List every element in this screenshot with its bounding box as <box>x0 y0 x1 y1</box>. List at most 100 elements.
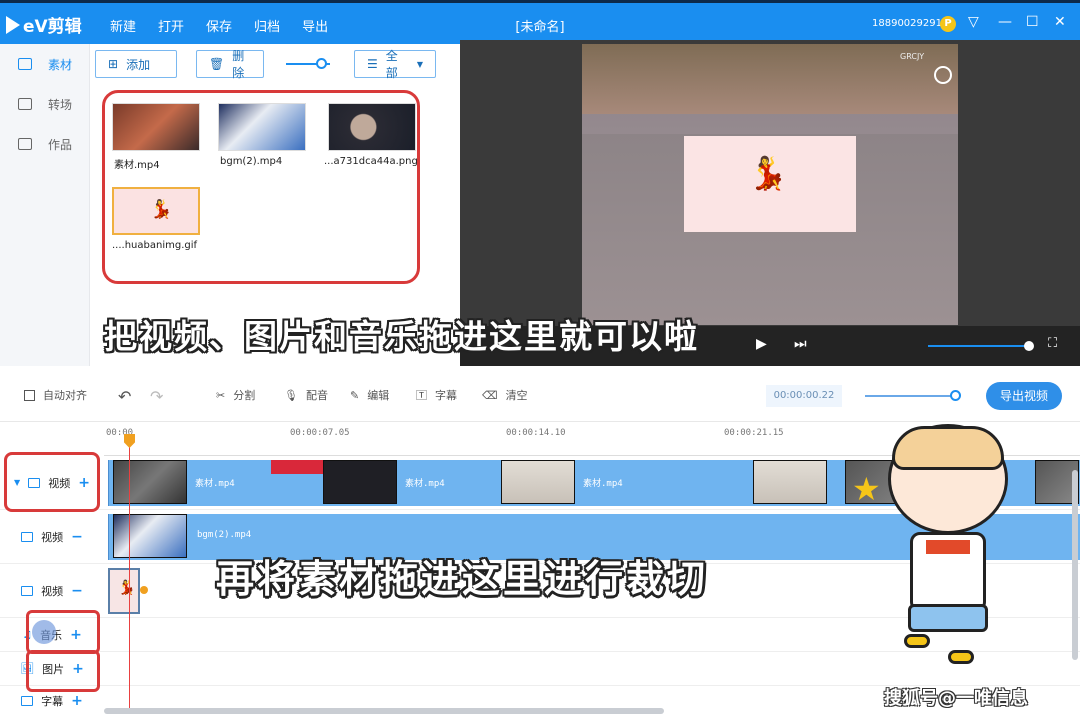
sticker-skirt <box>908 604 988 632</box>
play-icon[interactable]: ▶ <box>756 336 767 352</box>
dancer-sticker-icon: 💃 <box>748 154 788 192</box>
next-frame-icon[interactable]: ⏭ <box>794 336 807 352</box>
title-bar: eV剪辑 新建 打开 保存 归档 导出 [未命名] 18890029291 P … <box>0 0 1080 44</box>
play-logo-icon <box>6 15 20 34</box>
source-watermark: 搜狐号@一唯信息 <box>884 688 1028 709</box>
clear-label: 清空 <box>505 389 528 402</box>
transition-icon <box>18 98 32 110</box>
volume-slider[interactable] <box>928 341 1034 351</box>
subtitle-track-icon <box>21 696 34 706</box>
menu-open[interactable]: 打开 <box>158 16 184 35</box>
preview-video: GRCJY 💃 <box>582 44 958 325</box>
clear-button[interactable]: ⌫ 清空 <box>482 387 528 403</box>
remove-track-icon[interactable]: − <box>71 583 83 599</box>
sidebar-item-works[interactable]: 作品 <box>0 124 89 164</box>
eraser-icon: ⌫ <box>482 388 498 402</box>
maximize-icon[interactable]: ☐ <box>1026 14 1039 30</box>
volume-knob[interactable] <box>1024 341 1034 351</box>
clip-frame <box>113 514 187 558</box>
menu-archive[interactable]: 归档 <box>254 16 280 35</box>
annotation-box-video-track <box>4 452 100 512</box>
undo-icon[interactable]: ↶ <box>118 387 131 406</box>
split-label: 分割 <box>233 389 256 402</box>
auto-align-checkbox[interactable]: 自动对齐 <box>24 387 87 403</box>
dub-button[interactable]: 🎙 配音 <box>284 387 328 403</box>
clip-label: 素材.mp4 <box>583 479 623 489</box>
picture-in-picture-overlay[interactable]: 💃 <box>684 136 856 232</box>
track-label: 视频 <box>41 530 64 544</box>
ruler-tick: 00:00:07.05 <box>290 428 350 438</box>
edit-toolbar: 自动对齐 ↶ ↷ ✂ 分割 🎙 配音 ✎ 编辑 🅃 字幕 ⌫ 清空 00:00:00.22… <box>0 366 1080 422</box>
star-wand-icon: ★ <box>852 470 881 508</box>
gif-clip[interactable]: 💃 <box>108 568 140 614</box>
annotation-box-image-track <box>26 650 100 692</box>
app-logo: eV剪辑 <box>6 12 82 37</box>
caption-top: 把视频、图片和音乐拖进这里就可以啦 <box>104 317 699 356</box>
sidebar-item-transitions[interactable]: 转场 <box>0 84 89 124</box>
app-name: eV剪辑 <box>23 17 82 37</box>
microphone-icon: 🎙 <box>284 388 298 402</box>
timeline-vertical-scrollbar[interactable] <box>1072 470 1078 660</box>
track-label: 字幕 <box>41 695 64 708</box>
sticker-scarf <box>926 540 970 554</box>
edit-button[interactable]: ✎ 编辑 <box>350 387 389 403</box>
text-icon: 🅃 <box>416 389 427 402</box>
sidebar-item-materials[interactable]: 素材 <box>0 44 89 84</box>
zoom-knob[interactable] <box>950 390 961 401</box>
dub-label: 配音 <box>305 389 328 402</box>
chevron-down-icon: ▼ <box>416 59 423 69</box>
sidebar-item-label: 素材 <box>48 57 73 72</box>
close-icon[interactable]: ✕ <box>1054 14 1066 30</box>
folder-icon <box>18 138 32 150</box>
fullscreen-icon[interactable]: ⛶ <box>1048 336 1057 351</box>
dropdown-menu-icon[interactable]: ▽ <box>968 14 979 30</box>
menu-export[interactable]: 导出 <box>302 16 328 35</box>
delete-button[interactable]: 🗑 删除 <box>196 49 264 80</box>
track-header-video-2[interactable]: 视频 − <box>0 510 104 564</box>
sidebar-item-label: 作品 <box>48 137 73 152</box>
app-window: eV剪辑 新建 打开 保存 归档 导出 [未命名] 18890029291 P … <box>0 0 1080 720</box>
clip-label: bgm(2).mp4 <box>197 530 252 540</box>
grid-icon <box>18 58 32 70</box>
track-label: 视频 <box>41 584 64 598</box>
filter-select[interactable]: ☰ 全部 ▼ <box>354 49 436 80</box>
main-menu: 新建 打开 保存 归档 导出 <box>110 16 328 35</box>
clip-label: 素材.mp4 <box>195 479 235 489</box>
checkbox-icon[interactable] <box>24 389 35 401</box>
trash-icon: 🗑 <box>209 57 225 71</box>
account-phone[interactable]: 18890029291 <box>872 18 942 29</box>
video-track-icon <box>21 585 34 596</box>
redo-icon[interactable]: ↷ <box>150 387 163 406</box>
caption-bottom: 再将素材拖进这里进行裁切 <box>216 557 709 601</box>
sticker-shoe <box>948 650 974 664</box>
scissors-icon: ✂ <box>216 388 226 402</box>
clip-frame <box>501 460 575 504</box>
add-button[interactable]: ⊞ 添加 <box>95 50 177 78</box>
subtitle-label: 字幕 <box>435 389 457 402</box>
playhead[interactable] <box>124 434 135 712</box>
auto-align-label: 自动对齐 <box>43 389 87 402</box>
annotation-box-library <box>102 90 420 284</box>
timeline-horizontal-scrollbar[interactable] <box>104 708 664 714</box>
clip-handle[interactable] <box>140 586 148 594</box>
subtitle-button[interactable]: 🅃 字幕 <box>416 387 457 403</box>
add-folder-icon: ⊞ <box>108 57 119 71</box>
split-button[interactable]: ✂ 分割 <box>216 387 255 403</box>
minimize-icon[interactable]: — <box>998 14 1012 30</box>
thumbnail-size-slider[interactable] <box>286 58 330 69</box>
vip-coin-icon[interactable]: P <box>940 16 956 32</box>
ruler-tick: 00:00:14.10 <box>506 428 566 438</box>
filter-label: 全部 <box>385 49 398 80</box>
delete-label: 删除 <box>232 49 245 80</box>
clip-frame <box>113 460 187 504</box>
export-video-button[interactable]: 导出视频 <box>986 382 1062 410</box>
video-track-icon <box>21 531 34 542</box>
add-track-icon[interactable]: + <box>71 693 83 709</box>
sidebar-item-label: 转场 <box>48 97 73 112</box>
window-title: [未命名] <box>515 20 565 35</box>
remove-track-icon[interactable]: − <box>71 529 83 545</box>
menu-new[interactable]: 新建 <box>110 16 136 35</box>
menu-save[interactable]: 保存 <box>206 16 232 35</box>
timeline-zoom-slider[interactable] <box>865 390 961 401</box>
slider-knob[interactable] <box>316 58 327 69</box>
